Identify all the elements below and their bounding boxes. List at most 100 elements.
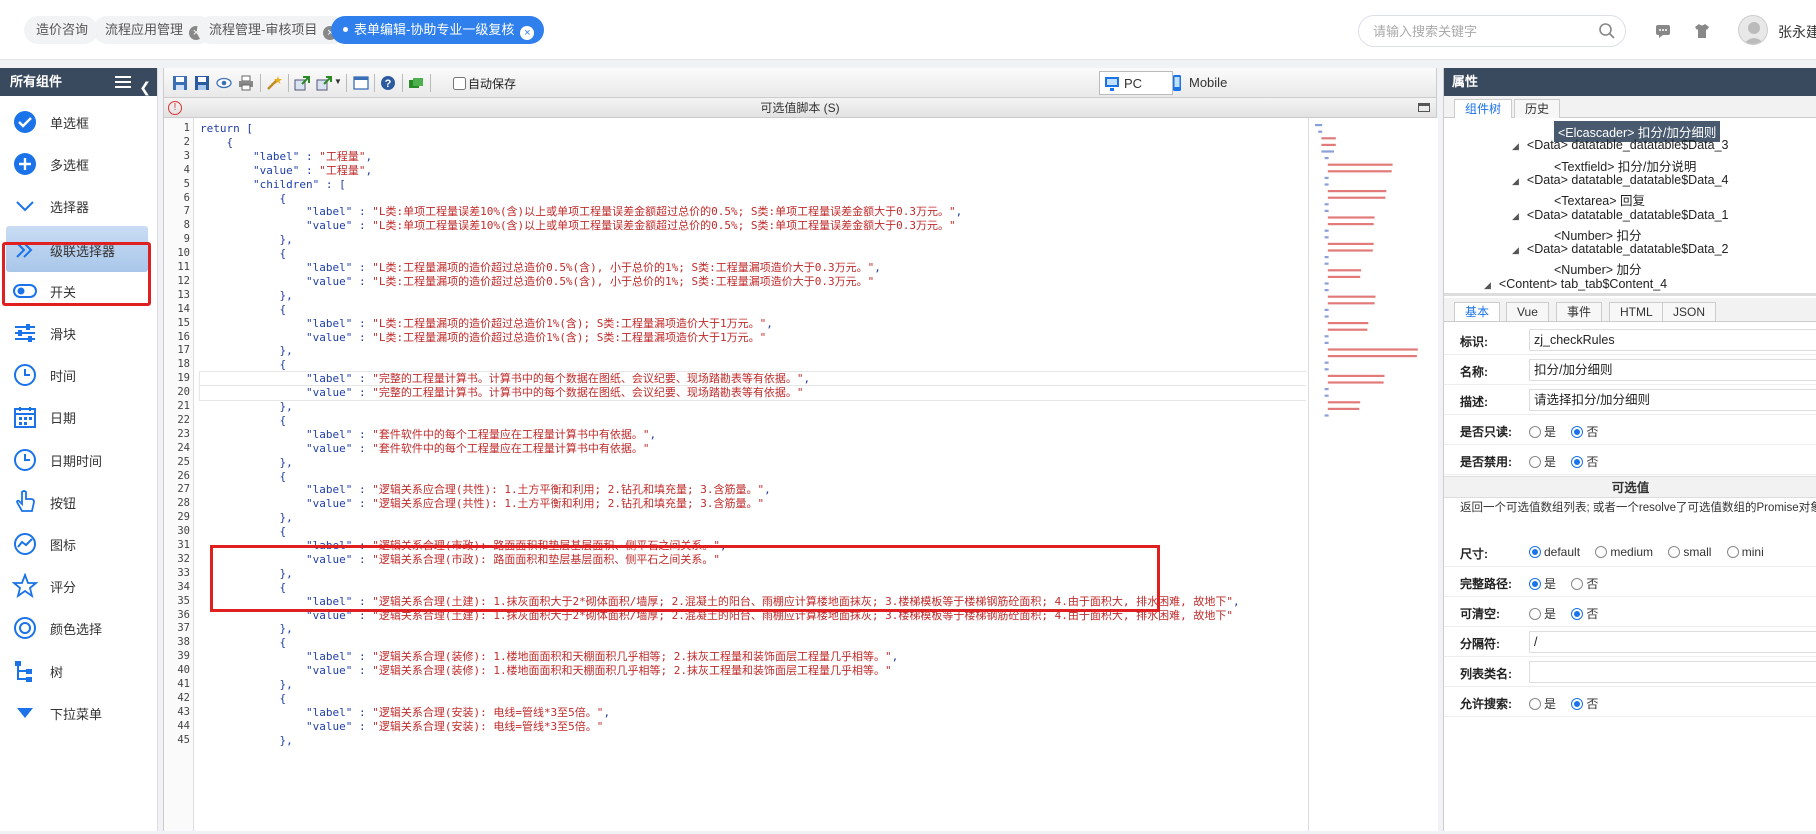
code-line[interactable]: { [200,692,1306,706]
component-item[interactable]: 滑块 [0,309,156,357]
code-line[interactable]: }, [200,289,1306,303]
code-line[interactable]: "value" : "逻辑关系合理(安装): 电线=管线*3至5倍。" [200,720,1306,734]
code-line[interactable]: "value" : "完整的工程量计算书。计算书中的每个数据在图纸、会议纪要、现… [199,385,1306,402]
code-line[interactable]: "label" : "L类:工程量漏项的造价超过总造价1%(含); S类:工程量… [200,317,1306,331]
autosave-checkbox[interactable]: 自动保存 [453,75,516,92]
expand-toggle-icon[interactable]: ◢ [1512,211,1519,221]
tab-json[interactable]: JSON [1662,302,1717,321]
code-line[interactable]: }, [200,400,1306,414]
code-line[interactable]: "value" : "L类:工程量漏项的造价超过总造价1%(含); S类:工程量… [200,331,1306,345]
component-item[interactable]: 日期 [0,393,156,441]
code-minimap[interactable] [1308,118,1438,831]
code-line[interactable]: { [200,192,1306,206]
code-line[interactable]: { [200,470,1306,484]
code-line[interactable]: "label" : "L类:工程量漏项的造价超过总造价0.5%(含), 小于总价… [200,261,1306,275]
maximize-icon[interactable] [1418,103,1430,112]
tree-node[interactable]: ◢ <Data> datatable_datatable$Data_2 [1512,242,1728,256]
code-line[interactable]: { [200,636,1306,650]
code-line[interactable]: "value" : "逻辑关系合理(装修): 1.楼地面面积和天棚面积几乎相等;… [200,664,1306,678]
tree-node[interactable]: <Textarea> 回复 [1554,190,1645,209]
code-line[interactable]: "children" : [ [200,178,1306,192]
name-field[interactable]: 扣分/加分细则 [1529,359,1816,381]
expand-toggle-icon[interactable]: ◢ [1512,176,1519,186]
dropdown-arrow-icon[interactable]: ▼ [334,77,342,86]
code-line[interactable]: "label" : "套件软件中的每个工程量应在工程量计算书中有依据。", [200,428,1306,442]
tree-node[interactable]: ◢ <Data> datatable_datatable$Data_4 [1512,173,1728,187]
code-line[interactable]: }, [200,734,1306,748]
code-line[interactable]: }, [200,233,1306,247]
search-icon[interactable] [1598,22,1616,40]
export-icon[interactable] [316,75,332,91]
separator-field[interactable]: / [1529,631,1816,653]
code-line[interactable]: { [200,358,1306,372]
radio-no[interactable]: 否 [1571,425,1598,439]
code-line[interactable]: { [200,525,1306,539]
error-icon[interactable]: ! [168,101,182,115]
tab-process-app-management[interactable]: 流程应用管理 × [93,16,214,44]
avatar[interactable] [1738,15,1768,45]
component-item[interactable]: 选择器 [0,182,156,230]
component-item[interactable]: 单选框 [0,98,156,146]
code-line[interactable]: "value" : "工程量", [200,164,1306,178]
tab-history[interactable]: 历史 [1514,99,1561,118]
component-item[interactable]: 下拉菜单 [0,689,156,737]
component-item[interactable]: 多选框 [0,140,156,188]
component-item[interactable]: 日期时间 [0,436,156,484]
code-line[interactable]: { [200,414,1306,428]
size-default-radio[interactable]: default [1529,545,1592,559]
radio-yes[interactable]: 是 [1529,577,1568,591]
component-item[interactable]: 树 [0,647,156,695]
tab-vue[interactable]: Vue [1506,302,1549,321]
code-line[interactable]: }, [200,344,1306,358]
code-line[interactable]: "label" : "完整的工程量计算书。计算书中的每个数据在图纸、会议纪要、现… [199,371,1306,388]
tree-node[interactable]: ◢ <Data> datatable_datatable$Data_3 [1512,138,1728,152]
code-line[interactable]: "label" : "工程量", [200,150,1306,164]
tab-component-tree[interactable]: 组件树 [1454,99,1513,118]
radio-yes[interactable]: 是 [1529,697,1568,711]
mode-mobile-button[interactable]: Mobile [1165,71,1227,95]
radio-no[interactable]: 否 [1571,697,1598,711]
print-icon[interactable] [238,75,254,91]
menu-icon[interactable] [115,75,131,89]
tab-cost-consulting[interactable]: 造价咨询 [24,16,99,44]
code-line[interactable]: }, [200,511,1306,525]
shirt-icon[interactable] [1693,22,1711,40]
code-line[interactable]: { [200,247,1306,261]
code-line[interactable]: "label" : "逻辑关系合理(装修): 1.楼地面面积和天棚面积几乎相等;… [200,650,1306,664]
save-icon[interactable] [172,75,188,91]
help-icon[interactable]: ? [380,75,396,91]
tree-node[interactable]: ◢ <Data> datatable_datatable$Data_1 [1512,208,1728,222]
component-item[interactable]: 颜色选择 [0,604,156,652]
radio-no[interactable]: 否 [1571,607,1598,621]
code-line[interactable]: { [200,303,1306,317]
code-line[interactable]: "label" : "逻辑关系应合理(共性): 1.土方平衡和利用; 2.钻孔和… [200,483,1306,497]
tab-process-review-project[interactable]: 流程管理-审核项目× [197,16,348,44]
size-medium-radio[interactable]: medium [1595,545,1665,559]
collapse-icon[interactable]: ❮ [139,73,151,101]
code-area[interactable]: 1 2 3 4 5 6 7 8 9 10 11 12 13 14 15 16 17 18 19 20 21 22 23 24 2… [164,118,1306,831]
tab-html[interactable]: HTML [1609,302,1664,321]
component-item[interactable]: 评分 [0,562,156,610]
radio-no[interactable]: 否 [1571,577,1598,591]
code-line[interactable]: }, [200,622,1306,636]
tab-form-edit[interactable]: 表单编辑-协助专业一级复核 × [331,16,545,44]
code-line[interactable]: }, [200,456,1306,470]
expand-toggle-icon[interactable]: ◢ [1484,280,1491,290]
import-icon[interactable] [294,75,310,91]
code-line[interactable]: "value" : "逻辑关系应合理(共性): 1.土方平衡和利用; 2.钻孔和… [200,497,1306,511]
tree-node[interactable]: <Number> 加分 [1554,259,1642,278]
expand-toggle-icon[interactable]: ◢ [1512,141,1519,151]
mode-pc-button[interactable]: PC [1099,71,1174,95]
message-icon[interactable] [1654,22,1672,40]
wand-icon[interactable] [266,75,282,91]
classname-field[interactable] [1529,661,1816,683]
radio-yes[interactable]: 是 [1529,607,1568,621]
save-as-icon[interactable] [194,75,210,91]
close-icon[interactable]: × [520,26,535,40]
radio-no[interactable]: 否 [1571,455,1598,469]
code-line[interactable]: "value" : "套件软件中的每个工程量应在工程量计算书中有依据。" [200,442,1306,456]
code-line[interactable]: return [ [200,122,1306,136]
search-input[interactable] [1358,15,1626,47]
expand-toggle-icon[interactable]: ◢ [1512,245,1519,255]
tree-node[interactable]: <Number> 扣分 [1554,225,1642,244]
